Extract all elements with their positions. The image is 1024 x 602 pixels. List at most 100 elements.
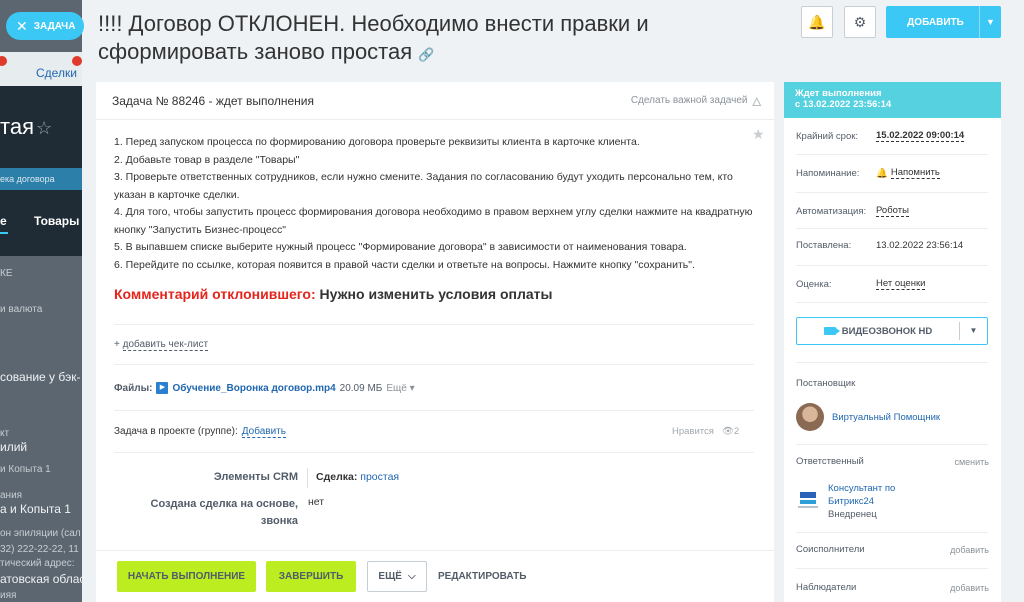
background-deal-panel: Сделки тая ☆ ека договора е Товары КЕ и … [0, 0, 82, 602]
divider [114, 452, 754, 453]
bg-tab-underline [0, 232, 8, 234]
more-button[interactable]: ЕЩЁ ⌵ [367, 561, 427, 592]
automation-row: Автоматизация: Роботы [796, 205, 988, 217]
company-logo [796, 488, 820, 512]
divider [796, 302, 988, 303]
bg-deal-title: тая [0, 114, 34, 139]
description-line: 5. В выпавшем списке выберите нужный про… [114, 241, 687, 253]
task-number-status: Задача № 88246 - ждет выполнения [112, 93, 315, 108]
divider [796, 228, 988, 229]
created-row: Поставлена: 13.02.2022 23:56:14 [796, 240, 988, 251]
add-coexecutor-link[interactable]: добавить [950, 545, 989, 555]
automation-link[interactable]: Роботы [876, 205, 909, 217]
files-label: Файлы: [114, 382, 153, 394]
edit-button[interactable]: РЕДАКТИРОВАТЬ [438, 561, 526, 592]
description-line: 3. Проверьте ответственных сотрудников, … [114, 171, 733, 201]
page-title: !!!! Договор ОТКЛОНЕН. Необходимо внести… [98, 10, 778, 69]
rejection-comment-label: Комментарий отклонившего: [114, 286, 316, 302]
add-button-label: ДОБАВИТЬ [907, 16, 964, 28]
creator-name[interactable]: Виртуальный Помощник [832, 411, 940, 424]
crm-deal: Сделка: простая [316, 471, 399, 483]
video-call-button[interactable]: ВИДЕОЗВОНОК HD ▼ [796, 317, 988, 345]
task-title-text: !!!! Договор ОТКЛОНЕН. Необходимо внести… [98, 11, 649, 64]
task-card: Задача № 88246 - ждет выполнения Сделать… [96, 82, 774, 602]
crm-deal-link[interactable]: простая [360, 471, 399, 483]
bell-icon: 🔔 [876, 167, 888, 179]
like-button[interactable]: Нравится [672, 426, 714, 437]
bg-tab-deals: Сделки [36, 66, 77, 80]
deadline-value[interactable]: 15.02.2022 09:00:14 [876, 130, 965, 142]
chevron-down-icon[interactable]: ▼ [959, 322, 987, 340]
likes-row: Нравится 👁2 [672, 426, 739, 437]
responsible-position: Внедренец [828, 509, 877, 520]
avatar [796, 403, 824, 431]
bell-icon: 🔔 [808, 13, 826, 30]
automation-label: Автоматизация: [796, 205, 867, 217]
bg-text: сование у бэк- [0, 370, 81, 384]
description-line: 2. Добавьте товар в разделе "Товары" [114, 153, 300, 166]
gear-icon: ⚙ [853, 13, 867, 30]
views-count: 2 [733, 426, 740, 437]
coexecutors-title: Соисполнители [796, 544, 865, 555]
divider [796, 532, 988, 533]
crm-elements-label: Элементы CRM [213, 471, 298, 483]
file-link[interactable]: Обучение_Воронка договор.mp4 [172, 383, 335, 394]
file-size: 20.09 МБ [339, 382, 383, 394]
add-observer-link[interactable]: добавить [950, 583, 989, 593]
creator-person[interactable]: Виртуальный Помощник [796, 403, 940, 431]
add-project-link[interactable]: Добавить [241, 426, 286, 438]
rating-label: Оценка: [796, 278, 832, 290]
chevron-down-icon[interactable]: ▼ [979, 6, 1001, 38]
add-checklist[interactable]: + добавить чек-лист [114, 339, 209, 351]
settings-button[interactable]: ⚙ [844, 6, 876, 38]
divider [796, 192, 988, 193]
responsible-name[interactable]: Консультант по Битрикс24 [828, 482, 918, 508]
start-button[interactable]: НАЧАТЬ ВЫПОЛНЕНИЕ [117, 561, 256, 592]
rejection-comment-text: Нужно изменить условия оплаты [319, 286, 553, 302]
chevron-down-icon: ⌵ [407, 571, 416, 582]
file-more-menu[interactable]: Ещё ▾ [386, 383, 414, 394]
bg-tab-general: е [0, 214, 7, 228]
flame-icon[interactable]: 🜂 [752, 88, 763, 113]
link-icon[interactable]: 🔗 [418, 47, 434, 62]
project-label: Задача в проекте (группе): [114, 426, 238, 437]
video-camera-icon [823, 327, 840, 335]
status-text: Ждет выполнения [795, 88, 882, 99]
rejection-comment: Комментарий отклонившего: Нужно изменить… [114, 286, 552, 302]
divider [796, 154, 988, 155]
bg-star-icon: ☆ [36, 118, 53, 138]
reminder-link[interactable]: Напомнить [890, 167, 940, 179]
video-file-icon: ▶ [156, 382, 169, 394]
video-call-main[interactable]: ВИДЕОЗВОНОК HD [797, 326, 959, 337]
created-label: Поставлена: [796, 240, 852, 251]
close-chip-label: ЗАДАЧА [33, 20, 76, 32]
crm-deal-label: Сделка: [316, 471, 358, 483]
task-footer: НАЧАТЬ ВЫПОЛНЕНИЕ ЗАВЕРШИТЬ ЕЩЁ ⌵ РЕДАКТ… [96, 550, 774, 602]
add-checklist-link[interactable]: добавить чек-лист [122, 339, 209, 351]
divider [796, 362, 988, 363]
change-responsible-link[interactable]: сменить [954, 457, 989, 467]
file-more-label: Ещё [386, 382, 407, 394]
more-button-label: ЕЩЁ [378, 571, 402, 582]
divider [114, 324, 754, 325]
bg-counter-badge [72, 56, 82, 66]
bg-text: ания [0, 490, 23, 501]
task-description: 1. Перед запуском процесса по формирован… [114, 134, 754, 274]
divider [796, 444, 988, 445]
bg-text: а и Копыта 1 [0, 502, 71, 516]
responsible-person[interactable]: Консультант по Битрикс24 Внедренец [796, 482, 918, 521]
video-call-label: ВИДЕОЗВОНОК HD [841, 325, 933, 337]
add-button[interactable]: ДОБАВИТЬ ▼ [886, 6, 1001, 38]
bg-stage-bar: ека договора [0, 168, 82, 190]
responsible-title: Ответственный [796, 456, 864, 467]
task-card-header: Задача № 88246 - ждет выполнения Сделать… [96, 82, 774, 120]
observers-title: Наблюдатели [796, 582, 857, 593]
notification-button[interactable]: 🔔 [801, 6, 833, 38]
bg-text: 32) 222-22-22, 11 [0, 544, 79, 555]
bg-text: КЕ [0, 268, 13, 279]
close-slider-button[interactable]: ✕ ЗАДАЧА [6, 12, 84, 40]
rating-link[interactable]: Нет оценки [876, 278, 926, 290]
bg-text: кт [0, 428, 10, 439]
finish-button[interactable]: ЗАВЕРШИТЬ [266, 561, 356, 592]
make-important-link[interactable]: Сделать важной задачей [631, 95, 748, 106]
